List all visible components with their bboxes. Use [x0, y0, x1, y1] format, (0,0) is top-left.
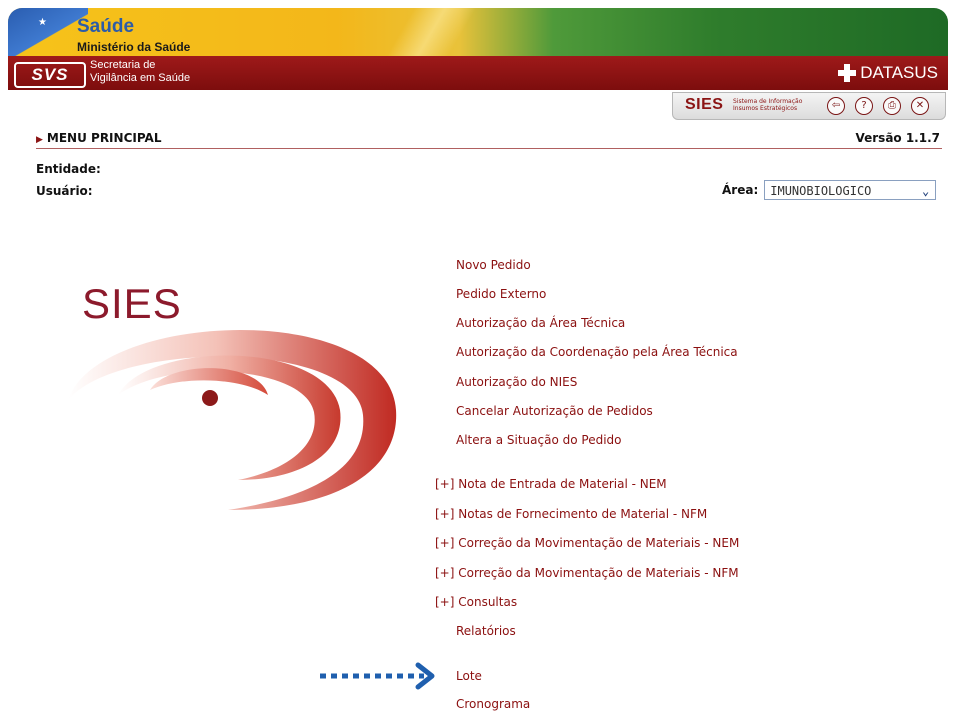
ministerio-label: Ministério da Saúde — [77, 40, 191, 54]
cross-icon — [838, 64, 857, 82]
flag-shape — [8, 8, 88, 56]
help-icon[interactable]: ? — [855, 97, 873, 115]
arrow-right-icon — [320, 662, 435, 690]
version-label: Versão 1.1.7 — [855, 131, 940, 145]
menu-item-autorizacao-coordenacao[interactable]: Autorização da Coordenação pela Área Téc… — [456, 345, 738, 359]
menu-item-lote[interactable]: Lote — [456, 669, 482, 683]
menu-item-relatorios[interactable]: Relatórios — [456, 624, 516, 638]
svs-logo: SVS — [14, 62, 86, 88]
menu-item-correcao-nfm[interactable]: [+] Correção da Movimentação de Materiai… — [435, 566, 739, 580]
menu-item-nota-entrada-nem[interactable]: [+] Nota de Entrada de Material - NEM — [435, 477, 667, 491]
expand-icon: [+] — [435, 566, 455, 580]
close-icon[interactable]: ✕ — [911, 97, 929, 115]
menu-item-novo-pedido[interactable]: Novo Pedido — [456, 258, 531, 272]
menu-item-autorizacao-nies[interactable]: Autorização do NIES — [456, 375, 577, 389]
sies-toolbar: SIES Sistema de Informação Insumos Estra… — [672, 92, 946, 120]
datasus-logo: DATASUS — [838, 63, 938, 83]
saude-title: Saúde — [77, 16, 135, 37]
expand-icon: [+] — [435, 595, 455, 609]
menu-item-cancelar-autorizacao[interactable]: Cancelar Autorização de Pedidos — [456, 404, 653, 418]
menu-item-autorizacao-area-tecnica[interactable]: Autorização da Área Técnica — [456, 316, 625, 330]
star-icon: ★ — [38, 17, 47, 28]
menu-header: ▶ MENU PRINCIPAL Versão 1.1.7 — [36, 130, 942, 149]
saude-banner: ★ Saúde Ministério da Saúde — [8, 8, 948, 56]
sies-logo-graphic — [68, 330, 397, 510]
menu-item-correcao-nem[interactable]: [+] Correção da Movimentação de Materiai… — [435, 536, 739, 550]
page-title: ▶ MENU PRINCIPAL — [36, 131, 162, 145]
svs-text: Secretaria de Vigilância em Saúde — [90, 59, 191, 84]
sies-toolbar-logo: SIES — [685, 96, 724, 113]
expand-icon: [+] — [435, 536, 455, 550]
area-selector: Área: IMUNOBIOLOGICO ⌄ — [722, 180, 937, 200]
usuario-label: Usuário: — [36, 184, 93, 198]
menu-item-notas-fornecimento-nfm[interactable]: [+] Notas de Fornecimento de Material - … — [435, 507, 707, 521]
expand-icon: [+] — [435, 477, 455, 491]
area-select[interactable]: IMUNOBIOLOGICO ⌄ — [764, 180, 937, 200]
entidade-label: Entidade: — [36, 162, 101, 176]
back-icon[interactable]: ⇦ — [827, 97, 845, 115]
menu-item-altera-situacao[interactable]: Altera a Situação do Pedido — [456, 433, 622, 447]
menu-item-pedido-externo[interactable]: Pedido Externo — [456, 287, 546, 301]
area-label: Área: — [722, 183, 759, 197]
svs-banner: SVS Secretaria de Vigilância em Saúde DA… — [8, 56, 948, 90]
expand-icon: [+] — [435, 507, 455, 521]
triangle-right-icon: ▶ — [36, 135, 43, 145]
print-icon[interactable]: ⎙ — [883, 97, 901, 115]
sies-toolbar-subtitle: Sistema de Informação Insumos Estratégic… — [733, 98, 803, 112]
chevron-down-icon: ⌄ — [922, 184, 930, 198]
menu-item-consultas[interactable]: [+] Consultas — [435, 595, 517, 609]
